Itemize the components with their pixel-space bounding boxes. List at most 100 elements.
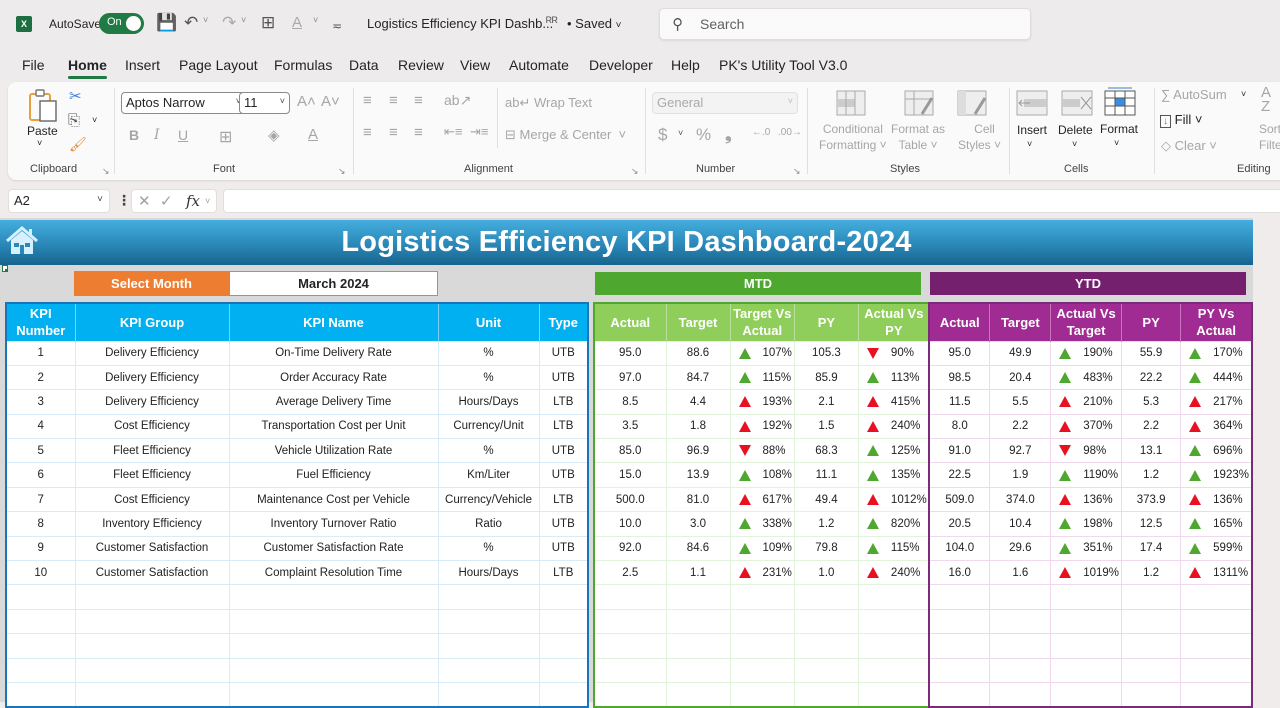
empty-cell[interactable] (793, 681, 859, 708)
mtd-target[interactable]: 4.4 (665, 389, 731, 415)
mtd-py[interactable]: 1.5 (793, 413, 859, 440)
empty-cell[interactable] (593, 633, 667, 659)
ytd-actual-vs-target[interactable]: 210% (1050, 389, 1123, 415)
underline-button[interactable]: U (178, 127, 188, 143)
align-center-icon[interactable]: ≡ (389, 124, 398, 141)
ytd-py-vs-actual[interactable]: 696% (1180, 438, 1253, 464)
empty-cell[interactable] (1050, 681, 1123, 708)
kpi-type[interactable]: UTB (538, 462, 589, 488)
ytd-target[interactable]: 10.4 (989, 511, 1052, 537)
ytd-actual-vs-target[interactable]: 190% (1050, 340, 1123, 366)
save-icon[interactable]: 💾 (156, 13, 177, 33)
mtd-target-vs-actual[interactable]: 107% (729, 340, 795, 366)
name-box[interactable]: A2 ˅ (8, 189, 110, 213)
kpi-unit[interactable]: % (437, 535, 540, 562)
empty-cell[interactable] (729, 608, 795, 635)
tab-home[interactable]: Home (68, 57, 107, 79)
mtd-actual[interactable]: 8.5 (593, 389, 667, 415)
ytd-actual[interactable]: 11.5 (928, 389, 991, 415)
mtd-actual[interactable]: 95.0 (593, 340, 667, 366)
kpi-number[interactable]: 9 (5, 535, 76, 562)
mtd-py[interactable]: 1.2 (793, 511, 859, 537)
mtd-target[interactable]: 81.0 (665, 486, 731, 513)
font-name-select[interactable]: Aptos Narrow˅ (121, 92, 246, 114)
mtd-py[interactable]: 105.3 (793, 340, 859, 366)
empty-cell[interactable] (989, 584, 1052, 610)
kpi-type[interactable]: LTB (538, 389, 589, 415)
ytd-actual[interactable]: 22.5 (928, 462, 991, 488)
kpi-name[interactable]: Maintenance Cost per Vehicle (228, 486, 439, 513)
decrease-decimal-icon[interactable]: .00→ (778, 127, 802, 138)
insert-dropdown-icon[interactable]: ˅ (1027, 139, 1032, 149)
kpi-group[interactable]: Cost Efficiency (74, 413, 230, 440)
tab-pk-utility-tool[interactable]: PK's Utility Tool V3.0 (719, 57, 847, 73)
mtd-target-vs-actual[interactable]: 108% (729, 462, 795, 488)
empty-cell[interactable] (538, 657, 589, 683)
conditional-formatting-button[interactable]: Conditional Formatting ˅ (819, 121, 887, 153)
kpi-name[interactable]: On-Time Delivery Rate (228, 340, 439, 366)
empty-cell[interactable] (729, 681, 795, 708)
format-dropdown-icon[interactable]: ˅ (1114, 138, 1119, 148)
mtd-actual[interactable]: 85.0 (593, 438, 667, 464)
mtd-actual-vs-py[interactable]: 240% (857, 560, 931, 586)
month-selector[interactable]: March 2024 (229, 271, 438, 296)
cell-styles-button[interactable]: Cell Styles ˅ (958, 121, 1001, 153)
enter-icon[interactable]: ✓ (160, 192, 173, 210)
mtd-target[interactable]: 96.9 (665, 438, 731, 464)
empty-cell[interactable] (1121, 584, 1182, 610)
kpi-number[interactable]: 10 (5, 560, 76, 586)
kpi-group[interactable]: Customer Satisfaction (74, 535, 230, 562)
kpi-name[interactable]: Customer Satisfaction Rate (228, 535, 439, 562)
empty-cell[interactable] (74, 633, 230, 659)
mtd-target[interactable]: 1.8 (665, 413, 731, 440)
currency-dropdown-icon[interactable]: ˅ (678, 128, 683, 138)
kpi-unit[interactable]: % (437, 340, 540, 366)
decrease-font-icon[interactable]: A˅ (321, 93, 340, 110)
mtd-actual-vs-py[interactable]: 820% (857, 511, 931, 537)
format-as-table-icon[interactable] (904, 90, 934, 116)
ytd-actual[interactable]: 98.5 (928, 364, 991, 391)
empty-cell[interactable] (1121, 681, 1182, 708)
format-cells-button[interactable]: Format (1100, 122, 1138, 136)
mtd-target[interactable]: 84.6 (665, 535, 731, 562)
empty-cell[interactable] (1121, 657, 1182, 683)
empty-cell[interactable] (1050, 608, 1123, 635)
tab-developer[interactable]: Developer (589, 57, 653, 73)
ytd-actual[interactable]: 509.0 (928, 486, 991, 513)
mtd-py[interactable]: 11.1 (793, 462, 859, 488)
empty-cell[interactable] (793, 584, 859, 610)
empty-cell[interactable] (1180, 633, 1253, 659)
format-painter-icon[interactable]: 🖌 (69, 136, 87, 153)
clipboard-launcher-icon[interactable]: ↘ (102, 166, 110, 177)
kpi-number[interactable]: 5 (5, 438, 76, 464)
empty-cell[interactable] (437, 633, 540, 659)
align-top-icon[interactable]: ≡ (363, 92, 372, 109)
autosum-dropdown-icon[interactable]: ˅ (1241, 89, 1246, 99)
empty-cell[interactable] (989, 633, 1052, 659)
empty-cell[interactable] (1180, 584, 1253, 610)
delete-cells-icon[interactable] (1061, 90, 1093, 116)
mtd-target-vs-actual[interactable]: 617% (729, 486, 795, 513)
mtd-actual-vs-py[interactable]: 1012% (857, 486, 931, 513)
bold-button[interactable]: B (129, 127, 139, 143)
kpi-unit[interactable]: Currency/Vehicle (437, 486, 540, 513)
format-cells-icon[interactable] (1104, 86, 1136, 116)
empty-cell[interactable] (928, 584, 991, 610)
mtd-actual-vs-py[interactable]: 113% (857, 364, 931, 391)
mtd-actual-vs-py[interactable]: 240% (857, 413, 931, 440)
align-left-icon[interactable]: ≡ (363, 124, 372, 141)
empty-cell[interactable] (793, 633, 859, 659)
mtd-target[interactable]: 3.0 (665, 511, 731, 537)
format-as-table-button[interactable]: Format as Table ˅ (891, 121, 945, 153)
ytd-target[interactable]: 374.0 (989, 486, 1052, 513)
ytd-actual-vs-target[interactable]: 1019% (1050, 560, 1123, 586)
kpi-number[interactable]: 1 (5, 340, 76, 366)
empty-cell[interactable] (538, 633, 589, 659)
mtd-py[interactable]: 49.4 (793, 486, 859, 513)
ytd-py-vs-actual[interactable]: 136% (1180, 486, 1253, 513)
mtd-actual-vs-py[interactable]: 135% (857, 462, 931, 488)
mtd-target-vs-actual[interactable]: 88% (729, 438, 795, 464)
ytd-target[interactable]: 20.4 (989, 364, 1052, 391)
borders-icon[interactable]: ⊞ (219, 127, 232, 147)
sort-filter-button[interactable]: Sort Filte (1259, 121, 1280, 153)
